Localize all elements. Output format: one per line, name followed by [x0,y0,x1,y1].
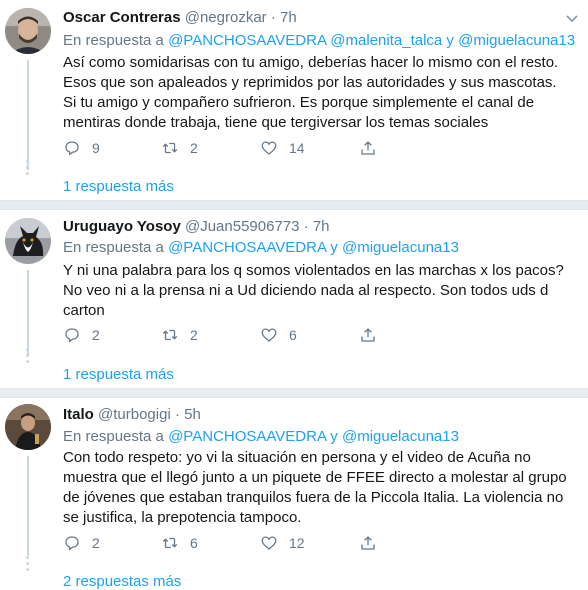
retweet-button[interactable]: 6 [161,533,198,553]
reply-count: 2 [92,327,100,343]
share-button[interactable] [359,533,377,553]
author-handle[interactable]: @negrozkar [185,9,267,26]
timestamp[interactable]: 5h [184,406,201,423]
mention-conjunction: y [446,32,454,49]
avatar[interactable] [5,218,51,264]
retweet-icon [162,537,178,549]
reply-prefix: En respuesta a [63,428,164,445]
author-name[interactable]: Uruguayo Yosoy [63,218,181,235]
mention-link[interactable]: @PANCHOSAAVEDRA [168,428,326,445]
tweet-text: Con todo respeto: yo vi la situación en … [63,449,567,526]
retweet-count: 6 [190,535,198,551]
mention-conjunction: y [330,428,338,445]
tweet-text: Y ni una palabra para los q somos violen… [63,262,564,319]
heart-icon [261,141,277,155]
mention-link[interactable]: @miguelacuna13 [342,428,459,445]
tweet-2[interactable]: Uruguayo Yosoy @Juan55906773 · 7h En res… [0,210,588,388]
like-count: 6 [289,327,297,343]
mention-link[interactable]: @PANCHOSAAVEDRA [168,239,326,256]
heart-icon [261,328,277,342]
retweet-button[interactable]: 2 [161,325,198,345]
retweet-count: 2 [190,327,198,343]
reply-count: 2 [92,535,100,551]
tweet-text: Así como somidarisas con tu amigo, deber… [63,54,559,131]
avatar[interactable] [5,404,51,450]
timestamp[interactable]: 7h [280,9,297,26]
author-handle[interactable]: @Juan55906773 [185,218,300,235]
tweet-3[interactable]: Italo @turbogigi · 5h En respuesta a @PA… [0,398,588,590]
reply-prefix: En respuesta a [63,32,164,49]
separator-dot: · [270,9,276,26]
mention-link[interactable]: @miguelacuna13 [342,239,459,256]
reply-button[interactable]: 2 [63,325,100,345]
reply-context: En respuesta a @PANCHOSAAVEDRA y @miguel… [63,428,459,445]
tweet-divider [0,388,588,398]
separator-dot: · [303,218,309,235]
heart-icon [261,536,277,550]
retweet-button[interactable]: 2 [161,138,198,158]
thread-dots [25,348,31,366]
author-handle[interactable]: @turbogigi [98,406,171,423]
share-button[interactable] [359,325,377,345]
tweet-divider [0,200,588,210]
reply-context: En respuesta a @PANCHOSAAVEDRA @malenita… [63,32,575,49]
author-name[interactable]: Oscar Contreras [63,9,181,26]
reply-icon [65,328,79,343]
share-icon [361,141,375,155]
mention-link[interactable]: @malenita_talca [330,32,442,49]
reply-prefix: En respuesta a [63,239,164,256]
tweet-1[interactable]: Oscar Contreras @negrozkar · 7h En respu… [0,0,588,205]
mention-conjunction: y [330,239,338,256]
mention-link[interactable]: @miguelacuna13 [458,32,575,49]
like-count: 12 [289,535,305,551]
thread-dots [25,160,31,178]
retweet-icon [162,142,178,154]
author-name[interactable]: Italo [63,406,94,423]
reply-button[interactable]: 9 [63,138,100,158]
share-button[interactable] [359,138,377,158]
reply-context: En respuesta a @PANCHOSAAVEDRA y @miguel… [63,239,459,256]
reply-icon [65,536,79,551]
mention-link[interactable]: @PANCHOSAAVEDRA [168,32,326,49]
like-count: 14 [289,140,305,156]
retweet-icon [162,329,178,341]
share-icon [361,536,375,550]
show-more-replies-link[interactable]: 1 respuesta más [63,178,174,195]
reply-button[interactable]: 2 [63,533,100,553]
thread-dots [25,556,31,574]
like-button[interactable]: 12 [260,533,305,553]
retweet-count: 2 [190,140,198,156]
timestamp[interactable]: 7h [313,218,330,235]
share-icon [361,328,375,342]
reply-icon [65,141,79,156]
show-more-replies-link[interactable]: 2 respuestas más [63,573,181,590]
chevron-down-icon[interactable] [564,10,580,26]
avatar[interactable] [5,8,51,54]
like-button[interactable]: 6 [260,325,297,345]
separator-dot: · [174,406,180,423]
show-more-replies-link[interactable]: 1 respuesta más [63,366,174,383]
reply-count: 9 [92,140,100,156]
like-button[interactable]: 14 [260,138,305,158]
